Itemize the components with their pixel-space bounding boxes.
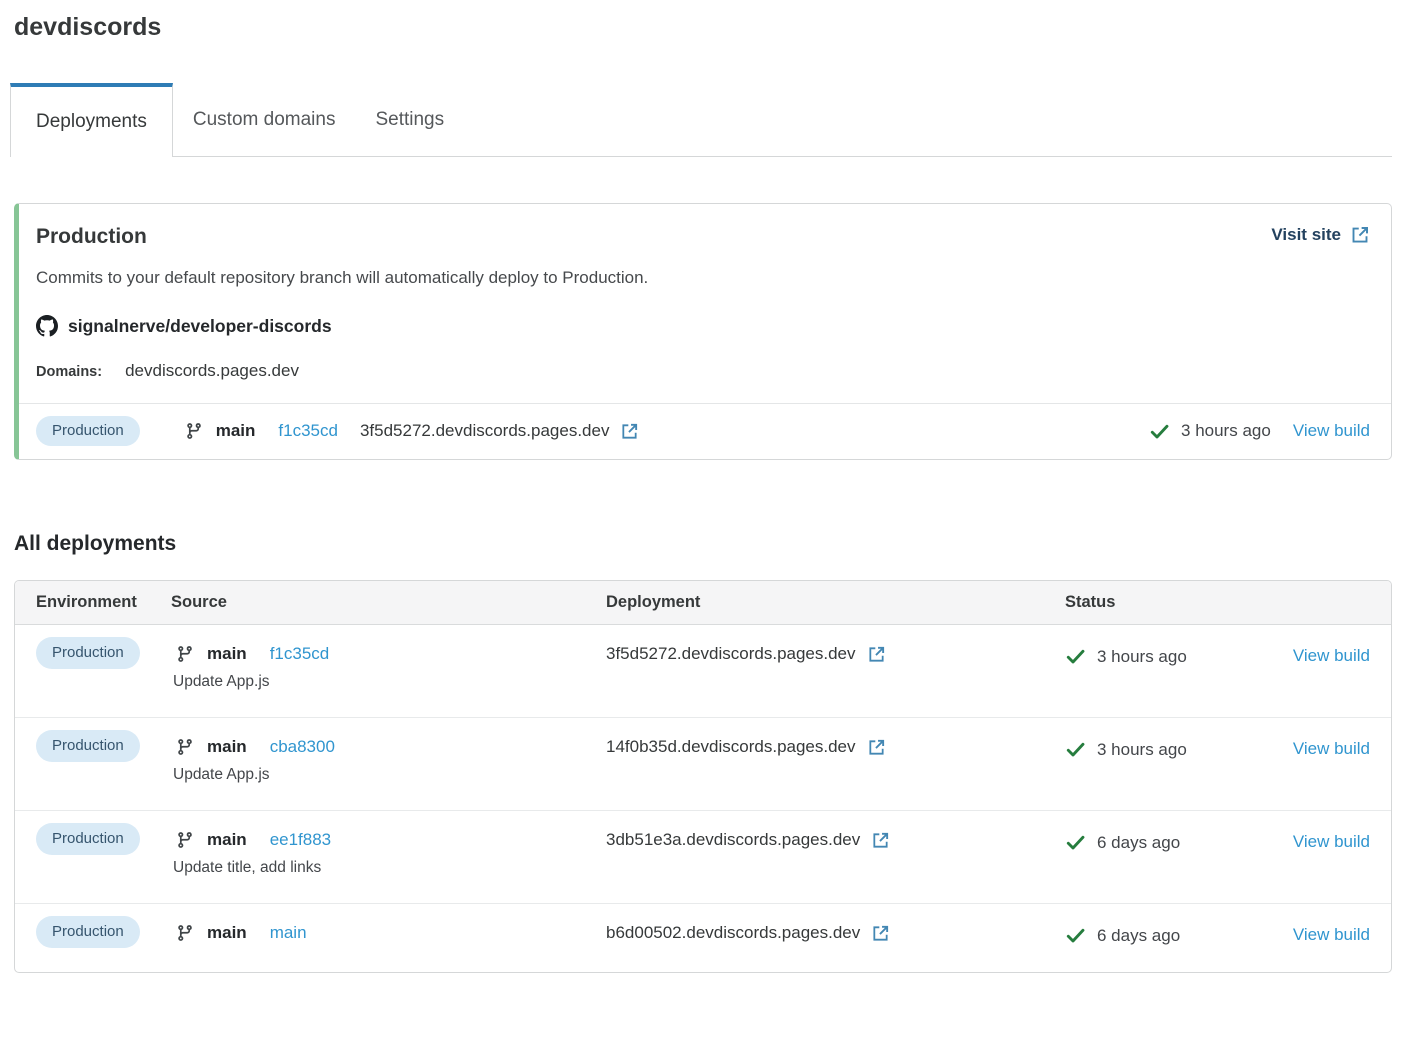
tab-custom-domains-label: Custom domains bbox=[193, 109, 336, 131]
column-header-status: Status bbox=[1065, 593, 1284, 612]
commit-message: Update title, add links bbox=[171, 859, 606, 877]
domains-row: Domains: devdiscords.pages.dev bbox=[36, 361, 1370, 403]
commit-message: Update App.js bbox=[171, 673, 606, 691]
tab-deployments-label: Deployments bbox=[36, 111, 147, 133]
external-link-icon bbox=[871, 831, 890, 850]
view-build-link[interactable]: View build bbox=[1293, 925, 1370, 944]
environment-badge: Production bbox=[36, 730, 140, 762]
deployment-url-text: 14f0b35d.devdiscords.pages.dev bbox=[606, 737, 856, 757]
status-time: 3 hours ago bbox=[1097, 740, 1187, 760]
production-deployment-row: Production main f1c35cd 3f5d5272.devdisc… bbox=[19, 403, 1391, 459]
tab-bar: Deployments Custom domains Settings bbox=[10, 83, 1392, 157]
github-repo-link[interactable]: signalnerve/developer-discords bbox=[36, 315, 1370, 337]
table-row: Production main main b6d00502.devdiscord… bbox=[15, 903, 1391, 972]
deployment-url-link[interactable]: 14f0b35d.devdiscords.pages.dev bbox=[606, 737, 886, 757]
commit-link[interactable]: f1c35cd bbox=[270, 644, 330, 664]
deployment-url-text: 3f5d5272.devdiscords.pages.dev bbox=[360, 421, 610, 441]
environment-badge: Production bbox=[36, 637, 140, 669]
table-row: Production main cba8300 Update App.js 14… bbox=[15, 717, 1391, 810]
table-row: Production main ee1f883 Update title, ad… bbox=[15, 810, 1391, 903]
deployment-url-link[interactable]: 3f5d5272.devdiscords.pages.dev bbox=[606, 644, 886, 664]
page-title: devdiscords bbox=[14, 0, 1392, 42]
deployment-url-link[interactable]: 3f5d5272.devdiscords.pages.dev bbox=[360, 421, 640, 441]
git-branch-icon bbox=[176, 924, 194, 942]
deployments-table-header: Environment Source Deployment Status bbox=[15, 581, 1391, 625]
git-branch-icon bbox=[176, 738, 194, 756]
visit-site-label: Visit site bbox=[1271, 225, 1341, 245]
deployment-url-text: 3db51e3a.devdiscords.pages.dev bbox=[606, 830, 860, 850]
table-row: Production main f1c35cd Update App.js 3f… bbox=[15, 625, 1391, 717]
deployment-url-link[interactable]: b6d00502.devdiscords.pages.dev bbox=[606, 923, 890, 943]
success-check-icon bbox=[1065, 832, 1086, 853]
branch-name: main bbox=[207, 644, 247, 664]
branch-name: main bbox=[207, 737, 247, 757]
environment-badge: Production bbox=[36, 823, 140, 855]
environment-badge: Production bbox=[36, 916, 140, 948]
status-time: 6 days ago bbox=[1097, 833, 1180, 853]
commit-link[interactable]: main bbox=[270, 923, 307, 943]
commit-link[interactable]: cba8300 bbox=[270, 737, 335, 757]
git-branch-icon bbox=[185, 422, 203, 440]
production-card: Production Visit site Commits to your de… bbox=[14, 203, 1392, 460]
view-build-link[interactable]: View build bbox=[1293, 739, 1370, 758]
tab-settings[interactable]: Settings bbox=[355, 83, 464, 156]
production-card-title: Production bbox=[36, 225, 147, 249]
view-build-link[interactable]: View build bbox=[1293, 832, 1370, 851]
deployment-url-link[interactable]: 3db51e3a.devdiscords.pages.dev bbox=[606, 830, 890, 850]
github-icon bbox=[36, 315, 58, 337]
success-check-icon bbox=[1065, 739, 1086, 760]
commit-link[interactable]: ee1f883 bbox=[270, 830, 331, 850]
view-build-link[interactable]: View build bbox=[1293, 421, 1370, 441]
commit-link[interactable]: f1c35cd bbox=[278, 421, 338, 441]
column-header-environment: Environment bbox=[36, 593, 171, 612]
git-branch-icon bbox=[176, 831, 194, 849]
environment-badge: Production bbox=[36, 416, 140, 446]
status-time: 3 hours ago bbox=[1097, 647, 1187, 667]
github-repo-name: signalnerve/developer-discords bbox=[68, 316, 332, 337]
production-description: Commits to your default repository branc… bbox=[36, 268, 1370, 288]
tab-deployments[interactable]: Deployments bbox=[10, 83, 173, 157]
success-check-icon bbox=[1065, 925, 1086, 946]
domains-value: devdiscords.pages.dev bbox=[125, 361, 299, 381]
domains-label: Domains: bbox=[36, 364, 102, 380]
pages-project-page: devdiscords Deployments Custom domains S… bbox=[0, 0, 1413, 1003]
commit-message: Update App.js bbox=[171, 766, 606, 784]
tab-settings-label: Settings bbox=[375, 109, 444, 131]
success-check-icon bbox=[1065, 646, 1086, 667]
external-link-icon bbox=[867, 738, 886, 757]
deployment-url-text: b6d00502.devdiscords.pages.dev bbox=[606, 923, 860, 943]
tab-custom-domains[interactable]: Custom domains bbox=[173, 83, 356, 156]
status-time: 3 hours ago bbox=[1181, 421, 1271, 441]
column-header-source: Source bbox=[171, 593, 606, 612]
external-link-icon bbox=[1350, 225, 1370, 245]
all-deployments-title: All deployments bbox=[14, 532, 1392, 556]
visit-site-link[interactable]: Visit site bbox=[1271, 225, 1370, 245]
external-link-icon bbox=[620, 422, 639, 441]
deployments-table: Environment Source Deployment Status Pro… bbox=[14, 580, 1392, 973]
success-check-icon bbox=[1149, 421, 1170, 442]
branch-name: main bbox=[216, 421, 256, 441]
external-link-icon bbox=[867, 645, 886, 664]
branch-name: main bbox=[207, 830, 247, 850]
status-time: 6 days ago bbox=[1097, 926, 1180, 946]
view-build-link[interactable]: View build bbox=[1293, 646, 1370, 665]
column-header-deployment: Deployment bbox=[606, 593, 1065, 612]
git-branch-icon bbox=[176, 645, 194, 663]
branch-name: main bbox=[207, 923, 247, 943]
external-link-icon bbox=[871, 924, 890, 943]
deployment-url-text: 3f5d5272.devdiscords.pages.dev bbox=[606, 644, 856, 664]
